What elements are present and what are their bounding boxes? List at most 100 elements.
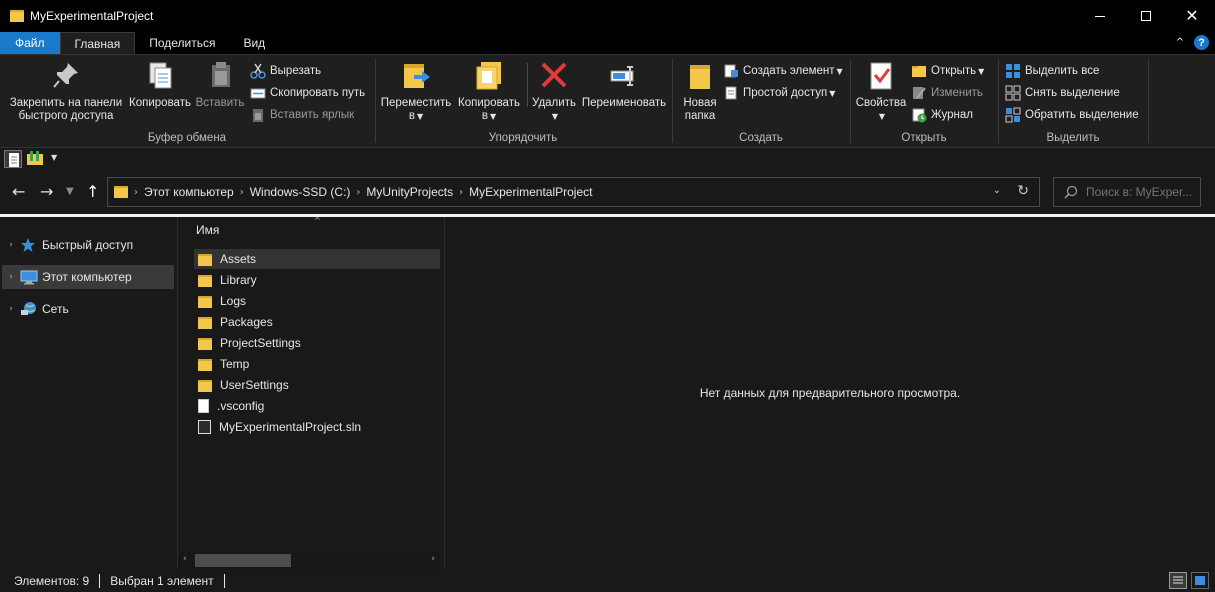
file-row[interactable]: ProjectSettings xyxy=(194,333,440,353)
dropdown-icon: ▼ xyxy=(51,153,58,162)
easy-access-label: Простой доступ xyxy=(743,87,828,99)
folder-icon xyxy=(198,316,212,329)
new-folder-label-line1: Новая xyxy=(683,97,717,109)
scroll-right-icon[interactable]: › xyxy=(431,554,435,564)
search-input[interactable] xyxy=(1086,185,1196,199)
customize-qat-button[interactable]: ▼ xyxy=(48,150,62,168)
history-button[interactable]: Журнал xyxy=(911,105,973,125)
refresh-icon[interactable]: ↻ xyxy=(1017,183,1029,199)
select-all-label: Выделить все xyxy=(1025,65,1100,77)
edit-icon xyxy=(911,85,927,101)
copy-label: Копировать xyxy=(129,97,191,109)
move-to-button[interactable]: Переместить в ▼ xyxy=(380,59,452,123)
invert-selection-button[interactable]: Обратить выделение xyxy=(1005,105,1139,125)
properties-icon xyxy=(865,59,897,91)
pin-quick-access-button[interactable]: Закрепить на панели быстрого доступа xyxy=(6,59,126,123)
properties-quick-button[interactable] xyxy=(4,150,22,168)
back-arrow-icon[interactable]: ← xyxy=(12,182,25,201)
folder-icon xyxy=(198,295,212,308)
invert-selection-icon xyxy=(1005,107,1021,123)
group-divider xyxy=(1148,59,1149,143)
paste-icon xyxy=(204,59,236,91)
organize-group-label: Упорядочить xyxy=(488,132,558,144)
file-row[interactable]: Assets xyxy=(194,249,440,269)
expand-chevron-icon[interactable]: › xyxy=(2,272,20,282)
file-row[interactable]: Temp xyxy=(194,354,440,374)
copy-to-button[interactable]: Копировать в ▼ xyxy=(454,59,524,123)
breadcrumb-drive[interactable]: Windows-SSD (C:) xyxy=(244,185,357,199)
search-box[interactable] xyxy=(1053,177,1201,207)
delete-button[interactable]: Удалить ▼ xyxy=(528,59,580,123)
status-separator xyxy=(223,573,225,588)
file-row[interactable]: MyExperimentalProject.sln xyxy=(194,417,440,437)
large-icons-view-button[interactable] xyxy=(1191,572,1209,589)
edit-button[interactable]: Изменить xyxy=(911,83,983,103)
breadcrumb-current-folder[interactable]: MyExperimentalProject xyxy=(463,185,598,199)
nav-item-quick-access[interactable]: › Быстрый доступ xyxy=(2,233,174,257)
nav-item-this-pc[interactable]: › Этот компьютер xyxy=(2,265,174,289)
tab-share[interactable]: Поделиться xyxy=(135,32,229,54)
copy-to-label-line1: Копировать xyxy=(458,97,520,109)
paste-shortcut-button[interactable]: Вставить ярлык xyxy=(250,105,354,125)
paste-button[interactable]: Вставить xyxy=(194,59,246,110)
file-row[interactable]: Library xyxy=(194,270,440,290)
file-row[interactable]: Logs xyxy=(194,291,440,311)
scrollbar-thumb[interactable] xyxy=(195,554,291,567)
details-view-button[interactable] xyxy=(1169,572,1187,589)
recent-locations-chevron-icon[interactable]: ▼ xyxy=(66,186,74,197)
breadcrumb-this-pc[interactable]: Этот компьютер xyxy=(138,185,240,199)
minimize-button[interactable] xyxy=(1077,0,1123,32)
tab-view[interactable]: Вид xyxy=(229,32,279,54)
breadcrumb-unity-projects[interactable]: MyUnityProjects xyxy=(360,185,459,199)
up-arrow-icon[interactable]: ↑ xyxy=(86,182,99,201)
tab-file[interactable]: Файл xyxy=(0,32,60,54)
file-row[interactable]: UserSettings xyxy=(194,375,440,395)
select-none-button[interactable]: Снять выделение xyxy=(1005,83,1120,103)
file-row[interactable]: Packages xyxy=(194,312,440,332)
tab-home[interactable]: Главная xyxy=(59,32,136,54)
close-button[interactable]: ✕ xyxy=(1169,0,1215,32)
nav-item-network[interactable]: › Сеть xyxy=(2,297,174,321)
file-name: Temp xyxy=(220,357,250,371)
nav-item-label: Быстрый доступ xyxy=(42,238,134,252)
select-all-icon xyxy=(1005,63,1021,79)
new-folder-quick-button[interactable] xyxy=(26,150,44,168)
expand-chevron-icon[interactable]: › xyxy=(2,240,20,250)
file-name: UserSettings xyxy=(220,378,289,392)
select-group: Выделить все Снять выделение Обратить вы… xyxy=(999,55,1147,147)
file-list: ^ Имя Assets Library Logs Packages ProjectSe… xyxy=(178,216,444,569)
expand-chevron-icon[interactable]: › xyxy=(2,304,20,314)
select-all-button[interactable]: Выделить все xyxy=(1005,61,1099,81)
copy-path-button[interactable]: Скопировать путь xyxy=(250,83,365,103)
address-bar-row: ← → ▼ ↑ › Этот компьютер › Windows-SSD (… xyxy=(0,170,1215,214)
select-group-label: Выделить xyxy=(1046,132,1100,144)
cut-button[interactable]: Вырезать xyxy=(250,61,321,81)
folder-icon xyxy=(198,358,212,371)
forward-arrow-icon[interactable]: → xyxy=(40,182,53,201)
open-button[interactable]: Открыть ▼ xyxy=(911,61,984,81)
column-header-name[interactable]: Имя xyxy=(196,223,219,237)
edit-label: Изменить xyxy=(931,87,983,99)
search-icon xyxy=(1064,185,1078,199)
easy-access-button[interactable]: Простой доступ ▼ xyxy=(723,83,835,103)
invert-selection-label: Обратить выделение xyxy=(1025,109,1139,121)
new-item-button[interactable]: Создать элемент ▼ xyxy=(723,61,843,81)
help-icon[interactable]: ? xyxy=(1194,35,1209,50)
address-dropdown-chevron-icon[interactable]: ⌄ xyxy=(993,185,1001,196)
scroll-left-icon[interactable]: ‹ xyxy=(183,554,187,564)
nav-item-label: Этот компьютер xyxy=(42,270,132,284)
folder-icon xyxy=(114,186,128,198)
new-folder-button[interactable]: Новая папка xyxy=(677,59,723,123)
copy-button[interactable]: Копировать xyxy=(126,59,194,110)
file-row[interactable]: .vsconfig xyxy=(194,396,440,416)
ribbon-collapse-chevron-icon[interactable]: ^ xyxy=(1176,37,1184,48)
open-folder-icon xyxy=(911,63,927,79)
properties-button[interactable]: Свойства ▼ xyxy=(855,59,907,123)
paste-shortcut-label: Вставить ярлык xyxy=(270,109,355,121)
horizontal-scrollbar[interactable]: ‹ › xyxy=(178,552,440,569)
rename-button[interactable]: Переименовать xyxy=(580,59,668,110)
maximize-button[interactable] xyxy=(1123,0,1169,32)
file-name: ProjectSettings xyxy=(220,336,301,350)
paste-shortcut-icon xyxy=(250,107,266,123)
address-bar[interactable]: › Этот компьютер › Windows-SSD (C:) › My… xyxy=(107,177,1040,207)
